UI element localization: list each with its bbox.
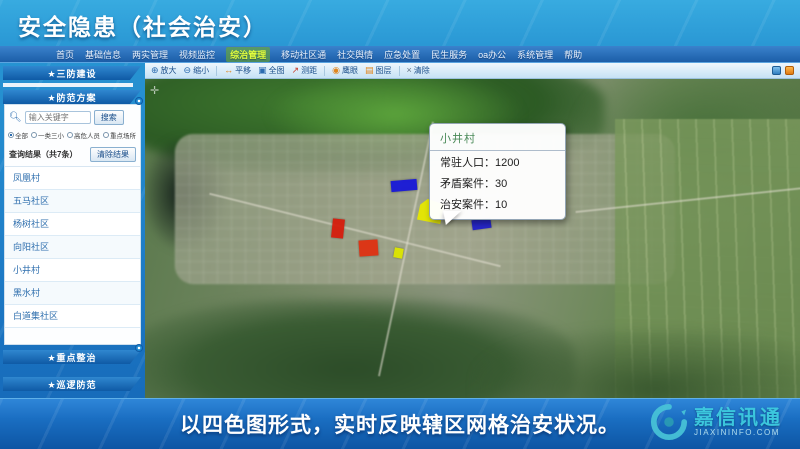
zoom-out-button[interactable]: ⊖缩小 <box>184 65 210 76</box>
grid-zone-red[interactable] <box>331 218 345 238</box>
bottom-caption-band: 以四色图形式，实时反映辖区网格治安状况。 嘉信讯通 JIAXININFO.COM <box>0 398 800 449</box>
list-item[interactable]: 白道集社区 <box>5 305 140 328</box>
toolbar-extra-blue-icon[interactable] <box>772 66 781 75</box>
company-logo: 嘉信讯通 JIAXININFO.COM <box>650 403 782 441</box>
results-count-label: 查询结果（共7条） <box>9 149 77 160</box>
search-panel: 🔍︎ 搜索 全部 一类三小 高危人员 重点场所 查询结果（共7条） 清除结果 凤… <box>4 104 141 345</box>
search-button[interactable]: 搜索 <box>94 110 124 125</box>
sidebar-strip <box>3 83 133 87</box>
grid-zone-blue[interactable] <box>391 179 418 192</box>
layers-button[interactable]: ▤图层 <box>365 65 392 76</box>
pan-icon: ↔ <box>224 66 233 75</box>
sidebar-panel-sanfang[interactable]: ★三防建设 <box>3 66 141 80</box>
page-header: 安全隐患（社会治安） <box>0 0 800 46</box>
menu-item-social-opinion[interactable]: 社交舆情 <box>337 48 373 61</box>
filter-yileisanxiao[interactable]: 一类三小 <box>31 130 64 140</box>
satellite-map[interactable]: ✛ 小井村 常驻人口：1200 矛盾案件：30 治安案件：10 <box>145 79 800 400</box>
menu-item-emergency[interactable]: 应急处置 <box>384 48 420 61</box>
zoom-in-button[interactable]: ⊕放大 <box>151 65 177 76</box>
sidebar-panel-zhongdian[interactable]: ★重点整治 <box>3 350 141 364</box>
popup-title: 小井村 <box>430 124 565 151</box>
main-menubar: 首页 基础信息 两实管理 视频监控 综治管理 移动社区通 社交舆情 应急处置 民… <box>0 46 800 63</box>
layers-icon: ▤ <box>365 66 374 75</box>
full-extent-icon: ▣ <box>258 66 267 75</box>
full-extent-button[interactable]: ▣全图 <box>258 65 285 76</box>
toolbar-extra-orange-icon[interactable] <box>785 66 794 75</box>
radio-icon <box>103 132 109 138</box>
clear-icon: × <box>407 66 412 75</box>
radio-icon <box>8 132 14 138</box>
clear-button[interactable]: ×清除 <box>407 65 430 76</box>
list-item[interactable]: 杨树社区 <box>5 213 140 236</box>
menu-item-home[interactable]: 首页 <box>56 48 74 61</box>
measure-button[interactable]: ↗测距 <box>292 65 318 76</box>
panel-collapse-icon[interactable] <box>135 344 143 352</box>
map-nav-control[interactable]: ✛ <box>150 84 159 97</box>
search-row: 🔍︎ 搜索 <box>5 105 140 128</box>
list-item[interactable]: 五马社区 <box>5 190 140 213</box>
popup-row-dispute-cases: 矛盾案件：30 <box>430 172 565 193</box>
menu-item-video-monitor[interactable]: 视频监控 <box>179 48 215 61</box>
menu-item-oa-office[interactable]: oa办公 <box>478 48 506 61</box>
panel-collapse-icon[interactable] <box>135 97 143 105</box>
app-window: 安全隐患（社会治安） 首页 基础信息 两实管理 视频监控 综治管理 移动社区通 … <box>0 0 800 449</box>
menu-item-two-real-mgmt[interactable]: 两实管理 <box>132 48 168 61</box>
results-header: 查询结果（共7条） 清除结果 <box>5 143 140 167</box>
toolbar-separator <box>399 66 400 76</box>
grid-zone-red[interactable] <box>358 239 378 256</box>
filter-radios: 全部 一类三小 高危人员 重点场所 <box>5 128 140 143</box>
overview-eye-icon: ◉ <box>332 66 340 75</box>
filter-key-places[interactable]: 重点场所 <box>103 130 136 140</box>
sidebar-panel-fangfan[interactable]: ★防范方案 <box>3 90 141 104</box>
results-list: 凤凰村 五马社区 杨树社区 向阳社区 小井村 黑水村 白道集社区 <box>5 167 140 328</box>
list-item[interactable]: 黑水村 <box>5 282 140 305</box>
menu-item-basic-info[interactable]: 基础信息 <box>85 48 121 61</box>
map-info-popup: 小井村 常驻人口：1200 矛盾案件：30 治安案件：10 <box>429 123 566 220</box>
logo-swirl-icon <box>650 403 688 441</box>
menu-item-system-mgmt[interactable]: 系统管理 <box>517 48 553 61</box>
radio-icon <box>67 132 73 138</box>
zoom-in-icon: ⊕ <box>151 66 159 75</box>
overview-eye-button[interactable]: ◉鹰眼 <box>332 65 358 76</box>
toolbar-separator <box>216 66 217 76</box>
list-item[interactable]: 凤凰村 <box>5 167 140 190</box>
measure-icon: ↗ <box>292 66 300 75</box>
page-title: 安全隐患（社会治安） <box>18 8 268 42</box>
toolbar-separator <box>324 66 325 76</box>
filter-all[interactable]: 全部 <box>8 130 28 140</box>
list-item[interactable]: 向阳社区 <box>5 236 140 259</box>
menu-item-livelihood[interactable]: 民生服务 <box>431 48 467 61</box>
logo-name: 嘉信讯通 <box>694 407 782 429</box>
menu-item-help[interactable]: 帮助 <box>564 48 582 61</box>
search-input[interactable] <box>25 111 91 124</box>
popup-row-population: 常驻人口：1200 <box>430 151 565 172</box>
logo-domain: JIAXININFO.COM <box>694 429 782 438</box>
radio-icon <box>31 132 37 138</box>
clear-results-button[interactable]: 清除结果 <box>90 147 136 162</box>
search-icon: 🔍︎ <box>9 112 22 123</box>
map-toolbar: ⊕放大 ⊖缩小 ↔平移 ▣全图 ↗测距 ◉鹰眼 ▤图层 ×清除 <box>145 63 800 79</box>
menu-item-comprehensive-mgmt[interactable]: 综治管理 <box>226 47 270 62</box>
zoom-out-icon: ⊖ <box>184 66 192 75</box>
menu-item-mobile-community[interactable]: 移动社区通 <box>281 48 326 61</box>
pan-button[interactable]: ↔平移 <box>224 65 251 76</box>
filter-high-risk[interactable]: 高危人员 <box>67 130 100 140</box>
list-item[interactable]: 小井村 <box>5 259 140 282</box>
sidebar-panel-xunluo[interactable]: ★巡逻防范 <box>3 377 141 391</box>
grid-zone-yellow[interactable] <box>393 247 404 258</box>
